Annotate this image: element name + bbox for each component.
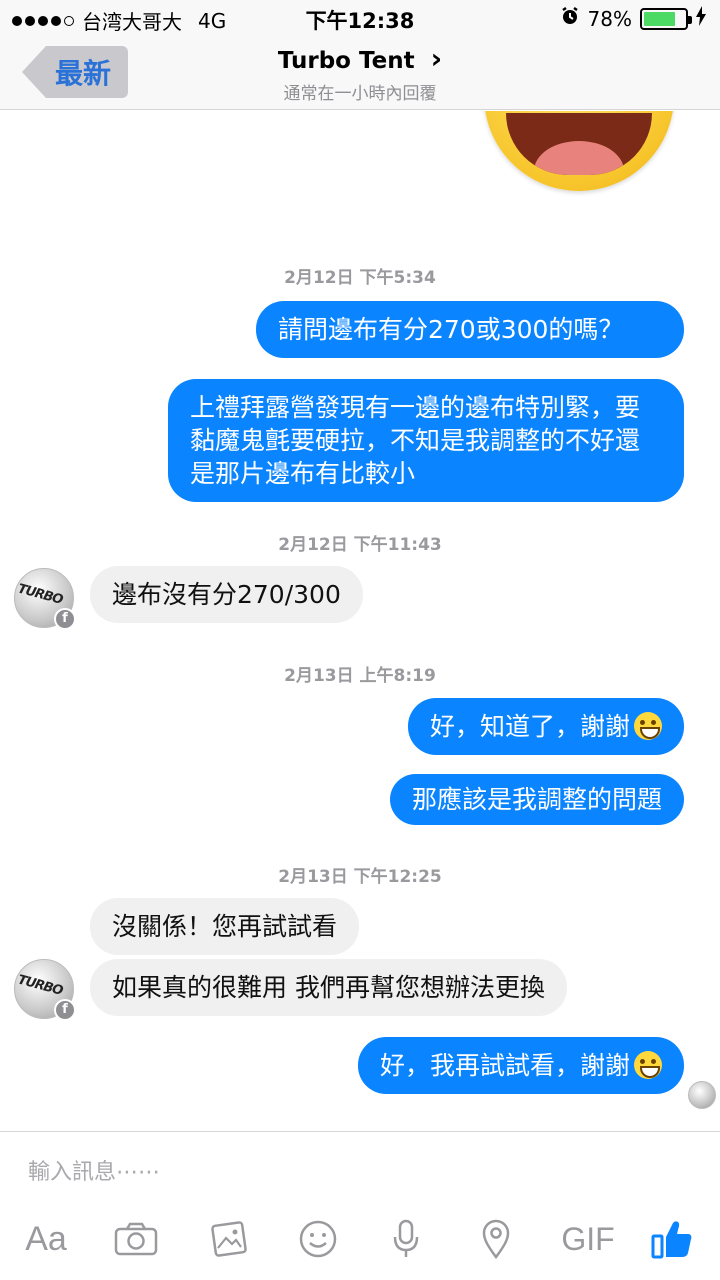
message-bubble-incoming[interactable]: 沒關係！您再試試看 (90, 898, 360, 955)
facebook-badge-icon: f (54, 999, 76, 1021)
conversation-title-area[interactable]: Turbo Tent › 通常在一小時內回覆 (0, 42, 720, 104)
message-text: 邊布沒有分270/300 (112, 580, 341, 609)
alarm-icon (560, 6, 580, 31)
status-right: 78% (560, 6, 706, 31)
conversation-header: 最新 Turbo Tent › 通常在一小時內回覆 (0, 36, 720, 110)
large-grinning-sticker[interactable] (484, 111, 674, 191)
gif-icon[interactable]: GIF (556, 1214, 620, 1264)
like-icon[interactable] (648, 1214, 696, 1264)
status-bar: 台湾大哥大 4G 下午12:38 78% (0, 0, 720, 36)
battery-fill (644, 11, 676, 26)
timestamp: 2月13日 下午12:25 (278, 867, 442, 887)
message-text: 好，我再試試看，謝謝 (379, 1051, 630, 1080)
timestamp: 2月13日 上午8:19 (284, 666, 436, 686)
message-text: 如果真的很難用 我們再幫您想辦法更換 (112, 973, 545, 1002)
read-receipt-avatar (688, 1081, 716, 1109)
conversation-title[interactable]: Turbo Tent › (0, 42, 720, 75)
grinning-emoji-icon (634, 712, 662, 740)
battery-percent: 78% (587, 6, 632, 31)
message-bubble-outgoing[interactable]: 那應該是我調整的問題 (389, 774, 684, 825)
timestamp: 2月12日 下午5:34 (284, 268, 436, 288)
message-list[interactable]: 2月12日 下午5:34 請問邊布有分270或300的嗎？ 上禮拜露營發現有一邊… (0, 111, 720, 1131)
message-input[interactable]: 輸入訊息⋯⋯ (28, 1154, 160, 1186)
microphone-icon[interactable] (384, 1214, 428, 1264)
contact-name: Turbo Tent (277, 48, 415, 74)
message-bubble-outgoing[interactable]: 請問邊布有分270或300的嗎？ (256, 301, 684, 358)
message-bubble-outgoing[interactable]: 好，知道了，謝謝 (407, 698, 684, 755)
timestamp: 2月12日 下午11:43 (278, 535, 442, 555)
photo-icon[interactable] (204, 1214, 252, 1264)
message-bubble-outgoing[interactable]: 好，我再試試看，謝謝 (357, 1037, 684, 1094)
message-bubble-outgoing[interactable]: 上禮拜露營發現有一邊的邊布特別緊，要黏魔鬼氈要硬拉，不知是我調整的不好還是那片邊… (168, 379, 684, 502)
avatar-logo-text: TURBO (16, 581, 64, 608)
response-time-subtitle: 通常在一小時內回覆 (283, 84, 437, 104)
camera-icon[interactable] (112, 1214, 160, 1264)
chevron-right-icon: › (430, 42, 443, 75)
facebook-badge-icon: f (54, 608, 76, 630)
message-bubble-incoming[interactable]: 如果真的很難用 我們再幫您想辦法更換 (90, 959, 567, 1016)
message-text: 沒關係！您再試試看 (112, 912, 338, 941)
message-text: 那應該是我調整的問題 (411, 785, 662, 814)
message-text: 請問邊布有分270或300的嗎？ (278, 315, 624, 344)
emoji-icon[interactable] (294, 1214, 342, 1264)
grinning-emoji-icon (634, 1051, 662, 1079)
composer-toolbar: Aa GIF (0, 1214, 720, 1264)
location-icon[interactable] (474, 1214, 518, 1264)
battery-icon (640, 7, 692, 30)
message-text: 上禮拜露營發現有一邊的邊布特別緊，要黏魔鬼氈要硬拉，不知是我調整的不好還是那片邊… (190, 393, 641, 488)
composer: 輸入訊息⋯⋯ Aa GIF (0, 1131, 720, 1280)
avatar-logo-text: TURBO (16, 972, 64, 999)
message-text: 好，知道了，謝謝 (429, 712, 630, 741)
text-format-icon[interactable]: Aa (20, 1214, 72, 1264)
charging-icon (696, 6, 706, 31)
message-bubble-incoming[interactable]: 邊布沒有分270/300 (90, 566, 363, 623)
